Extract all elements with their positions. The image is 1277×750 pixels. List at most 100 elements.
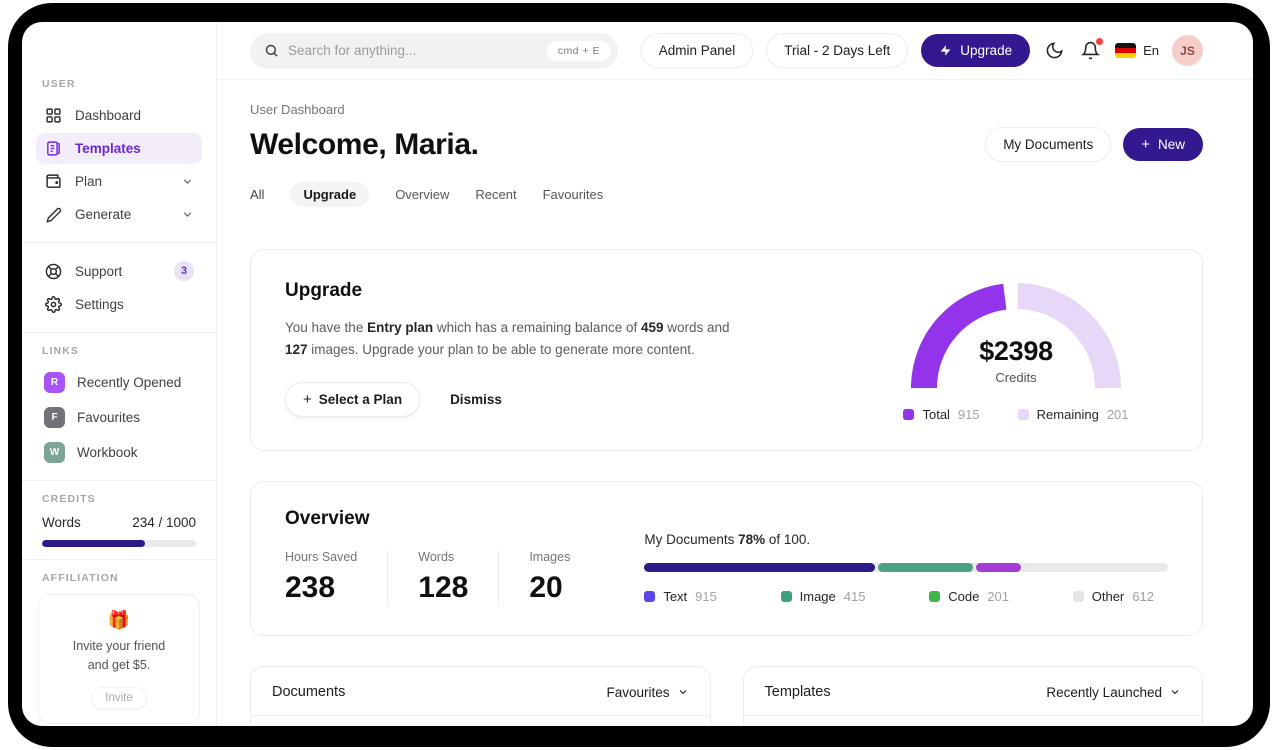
document-list-item[interactable]: Untitled Document in Workbook [251, 716, 710, 726]
sidebar-section-user: USER [42, 78, 76, 90]
sidebar: USER Dashboard Templates Plan Generate S… [22, 22, 217, 726]
legend-value: 915 [957, 407, 980, 422]
stat-words: Words 128 [387, 550, 498, 605]
sidebar-item-label: Templates [75, 141, 141, 156]
search-box[interactable]: cmd + E [250, 32, 618, 69]
upgrade-button[interactable]: Upgrade [921, 34, 1031, 67]
legend-swatch [903, 409, 915, 420]
sidebar-link-recently-opened[interactable]: R Recently Opened [36, 367, 202, 398]
sidebar-item-generate[interactable]: Generate [36, 199, 202, 230]
overview-card: Overview Hours Saved 238 Words 128 Image… [250, 481, 1203, 636]
new-button[interactable]: + New [1123, 128, 1203, 161]
chevron-down-icon [1171, 690, 1179, 695]
sidebar-section-links: LINKS [42, 345, 79, 357]
invite-button[interactable]: Invite [91, 686, 147, 709]
legend-label: Other [1091, 589, 1125, 604]
plus-icon: + [1141, 136, 1150, 153]
legend-value: 612 [1132, 589, 1154, 604]
legend-item-total: Total 915 [903, 407, 980, 422]
sidebar-divider [22, 332, 216, 333]
notifications-button[interactable] [1079, 38, 1104, 62]
sidebar-item-support[interactable]: Support 3 [36, 255, 202, 287]
legend-label: Total [922, 407, 950, 422]
stat-hours-saved: Hours Saved 238 [285, 550, 387, 605]
affiliation-card: 🎁 Invite your friend and get $5. Invite [38, 594, 200, 724]
tab-all[interactable]: All [250, 182, 264, 207]
legend-label: Remaining [1036, 407, 1099, 422]
credits-progress-track [42, 540, 196, 547]
tab-upgrade[interactable]: Upgrade [290, 182, 370, 207]
sidebar-item-label: Support [75, 263, 123, 279]
sidebar-item-settings[interactable]: Settings [36, 289, 202, 320]
chevron-down-icon [181, 208, 194, 221]
search-icon [265, 44, 278, 57]
sidebar-link-workbook[interactable]: W Workbook [36, 437, 202, 468]
tab-recent[interactable]: Recent [475, 182, 516, 207]
select-plan-label: Select a Plan [318, 391, 403, 407]
dark-mode-toggle[interactable] [1043, 39, 1066, 62]
plus-icon: + [303, 390, 312, 408]
language-selector[interactable]: En [1115, 43, 1159, 58]
support-count-badge: 3 [174, 261, 194, 281]
tab-favourites[interactable]: Favourites [543, 182, 604, 207]
upgrade-card-description: You have the Entry plan which has a rema… [285, 320, 730, 357]
topbar: cmd + E Admin Panel Trial - 2 Days Left … [217, 22, 1253, 80]
search-input[interactable] [288, 43, 538, 58]
credits-words-value: 234 / 1000 [132, 515, 196, 530]
legend-label: Text [663, 589, 688, 604]
gauge-legend: Total 915 Remaining 201 [903, 407, 1129, 422]
legend-swatch [644, 591, 656, 602]
trial-days-left-button[interactable]: Trial - 2 Days Left [766, 33, 909, 68]
legend-item-image: Image 415 [780, 589, 865, 604]
my-documents-button[interactable]: My Documents [985, 127, 1112, 162]
overview-stats: Hours Saved 238 Words 128 Images 20 [285, 550, 600, 605]
documents-card-title: Documents [272, 684, 346, 700]
documents-progress-caption: My Documents 78% of 100. [644, 532, 811, 547]
credits-progress-fill [42, 540, 146, 547]
lightning-icon [940, 45, 951, 56]
admin-panel-button[interactable]: Admin Panel [640, 33, 754, 68]
sidebar-link-favourites[interactable]: F Favourites [36, 402, 202, 433]
select-a-plan-button[interactable]: + Select a Plan [285, 381, 421, 417]
legend-swatch [929, 591, 941, 602]
gift-icon: 🎁 [107, 610, 131, 630]
legend-value: 201 [987, 589, 1009, 604]
affiliation-text-line1: Invite your friend [72, 639, 166, 653]
legend-swatch [1017, 409, 1029, 420]
sidebar-item-label: Dashboard [75, 108, 142, 123]
legend-label: Image [799, 589, 836, 604]
upgrade-button-label: Upgrade [960, 43, 1013, 58]
gauge-center-value: $2398 [979, 336, 1053, 366]
sidebar-item-templates[interactable]: Templates [36, 133, 202, 164]
tab-bar: All Upgrade Overview Recent Favourites [250, 182, 1203, 207]
legend-value: 915 [695, 589, 717, 604]
notification-dot [1096, 38, 1104, 45]
legend-item-code: Code 201 [929, 589, 1009, 604]
sidebar-item-plan[interactable]: Plan [36, 166, 202, 197]
templates-icon [44, 139, 63, 158]
template-list-item[interactable]: Blog Post Title in Workbook [744, 716, 1203, 726]
page-content: User Dashboard Welcome, Maria. My Docume… [217, 80, 1253, 726]
credits-words-label: Words [42, 515, 81, 530]
stat-value: 20 [529, 571, 563, 604]
stat-label: Images [529, 550, 571, 564]
sidebar-divider [22, 559, 216, 560]
page: USER Dashboard Templates Plan Generate S… [0, 0, 1277, 750]
sidebar-item-label: Generate [75, 207, 132, 222]
dashboard-grid-icon [44, 106, 63, 125]
wallet-icon [44, 172, 63, 191]
dismiss-button[interactable]: Dismiss [450, 392, 502, 407]
templates-card: Templates Recently Launched Blog Post Ti… [742, 666, 1203, 726]
sidebar-link-label: Workbook [77, 445, 138, 460]
tab-overview[interactable]: Overview [395, 182, 449, 207]
link-initial-badge: F [44, 407, 65, 428]
user-avatar[interactable]: JS [1172, 35, 1203, 66]
overview-card-title: Overview [285, 508, 370, 529]
sidebar-item-dashboard[interactable]: Dashboard [36, 100, 202, 131]
documents-filter-dropdown[interactable]: Favourites [606, 685, 688, 700]
templates-card-title: Templates [764, 684, 831, 700]
legend-value: 201 [1106, 407, 1129, 422]
templates-filter-dropdown[interactable]: Recently Launched [1046, 685, 1181, 700]
upgrade-card-title: Upgrade [285, 280, 363, 301]
sidebar-link-label: Favourites [77, 410, 141, 425]
